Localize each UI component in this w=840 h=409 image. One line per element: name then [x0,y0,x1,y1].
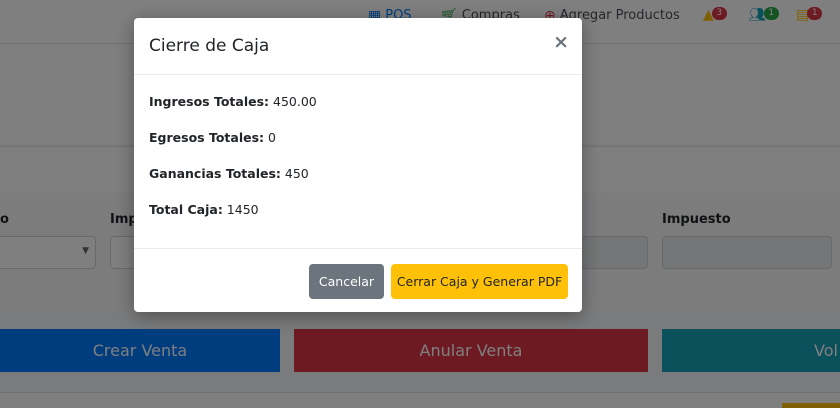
total-caja-value: 1450 [222,202,259,217]
ingresos-label: Ingresos Totales: [149,94,270,109]
egresos-row: Egresos Totales: 0 [149,130,276,145]
ingresos-value: 450.00 [269,94,317,109]
ingresos-row: Ingresos Totales: 450.00 [149,94,317,109]
ganancias-label: Ganancias Totales: [149,166,281,181]
cierre-caja-modal: Cierre de Caja × Ingresos Totales: 450.0… [134,18,582,312]
modal-title: Cierre de Caja [149,36,270,56]
total-caja-label: Total Caja: [149,202,223,217]
cancel-button[interactable]: Cancelar [309,264,384,299]
ganancias-value: 450 [280,166,309,181]
total-caja-row: Total Caja: 1450 [149,202,259,217]
ganancias-row: Ganancias Totales: 450 [149,166,309,181]
close-register-pdf-button[interactable]: Cerrar Caja y Generar PDF [391,264,568,299]
egresos-value: 0 [264,130,276,145]
modal-header: Cierre de Caja × [134,18,582,75]
close-icon[interactable]: × [553,33,569,52]
modal-footer: Cancelar Cerrar Caja y Generar PDF [134,248,582,312]
egresos-label: Egresos Totales: [149,130,265,145]
